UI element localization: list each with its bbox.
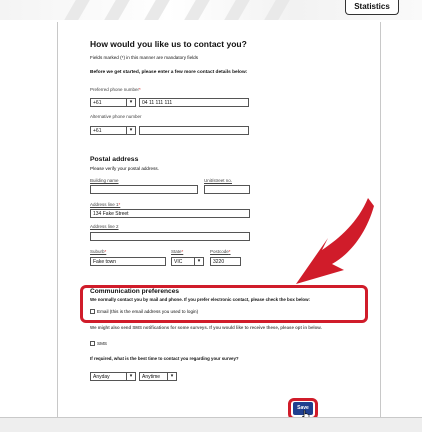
- postal-subtitle: Please verify your postal address.: [90, 166, 159, 171]
- postcode-label: Postcode*: [210, 249, 231, 254]
- comms-description: We normally contact you by mail and phon…: [90, 297, 310, 302]
- suburb-label: Suburb*: [90, 249, 107, 254]
- time-select[interactable]: Anytime ▾: [139, 372, 177, 381]
- suburb-input[interactable]: Fake town: [90, 257, 166, 266]
- curved-arrow-icon: [296, 198, 374, 284]
- email-checkbox[interactable]: [90, 309, 95, 314]
- intro-text: Before we get started, please enter a fe…: [90, 70, 248, 75]
- state-select[interactable]: VIC ▾: [171, 257, 204, 266]
- sms-option-label: SMS: [97, 341, 107, 346]
- preferred-phone-label: Preferred phone number*: [90, 87, 141, 92]
- page: Statistics How would you like us to cont…: [0, 0, 422, 432]
- sms-checkbox[interactable]: [90, 341, 95, 346]
- day-select[interactable]: Anyday ▾: [90, 372, 136, 381]
- email-option-label: Email (this is the email address you use…: [97, 309, 199, 314]
- address2-label: Address line 2: [90, 224, 119, 229]
- alternative-phone-label: Alternative phone number: [90, 114, 142, 119]
- unit-label: Unit/street no.: [204, 178, 233, 183]
- page-title: How would you like us to contact you?: [90, 39, 247, 49]
- mandatory-note: Fields marked (*) in this manner are man…: [90, 55, 198, 60]
- chevron-down-icon: ▾: [126, 127, 135, 134]
- preferred-phone-input[interactable]: 04 11 111 111: [139, 98, 249, 107]
- chevron-down-icon: ▾: [167, 373, 176, 380]
- alternative-phone-input[interactable]: [139, 126, 249, 135]
- address1-input[interactable]: 134 Fake Street: [90, 209, 250, 218]
- building-label: Building name: [90, 178, 119, 183]
- chevron-down-icon: ▾: [126, 99, 135, 106]
- comms-title: Communication preferences: [90, 288, 180, 295]
- state-label: State*: [171, 249, 184, 254]
- preferred-country-code-select[interactable]: +61 ▾: [90, 98, 136, 107]
- statistics-tab[interactable]: Statistics: [345, 0, 399, 15]
- chevron-down-icon: ▾: [194, 258, 203, 265]
- sms-note: We might also send SMS notifications for…: [90, 325, 322, 330]
- address2-input[interactable]: [90, 232, 250, 241]
- unit-input[interactable]: [204, 185, 250, 194]
- postal-title: Postal address: [90, 156, 139, 163]
- address1-label: Address line 1*: [90, 202, 121, 207]
- best-time-question: If required, what is the best time to co…: [90, 356, 239, 361]
- building-input[interactable]: [90, 185, 198, 194]
- postcode-input[interactable]: 3220: [210, 257, 241, 266]
- alternative-country-code-select[interactable]: +61 ▾: [90, 126, 136, 135]
- chevron-down-icon: ▾: [126, 373, 135, 380]
- footer-band: [0, 417, 422, 432]
